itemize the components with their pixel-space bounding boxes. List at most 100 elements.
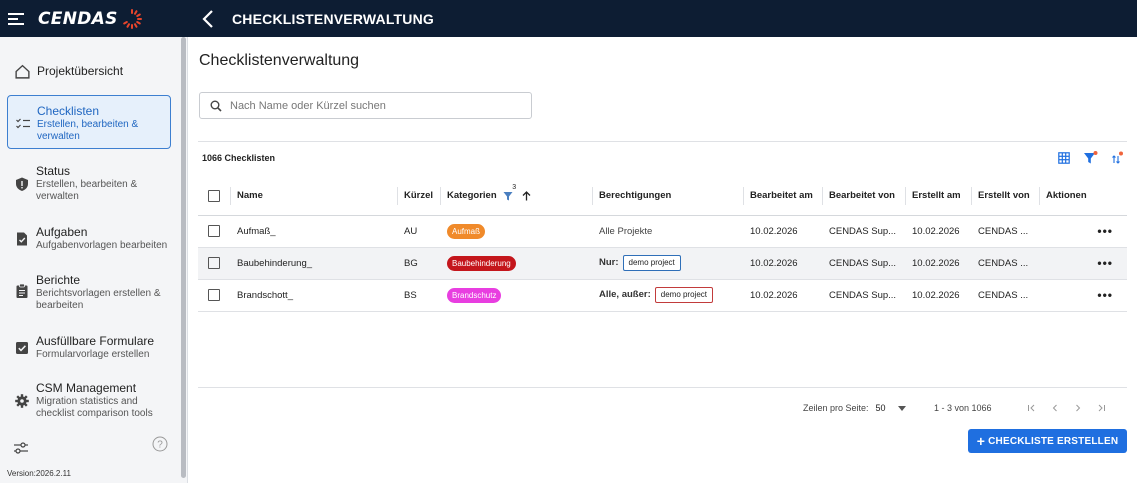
column-header-label: Erstellt am: [912, 190, 961, 202]
search-box[interactable]: [199, 92, 532, 119]
rows-per-page-label: Zeilen pro Seite:: [803, 403, 869, 413]
gear-icon: [15, 394, 29, 408]
sidebar-item-label: CSM Management: [36, 381, 137, 395]
page-title: Checklistenverwaltung: [199, 52, 360, 69]
cell-edited-by: CENDAS Sup...: [823, 279, 906, 312]
sidebar-item-berichte[interactable]: Berichte Berichtsvorlagen erstellen & be…: [7, 273, 171, 313]
top-bar: CENDAS CHECKLISTENVERWALTUNG: [0, 0, 1137, 37]
settings-sliders-icon[interactable]: [13, 441, 29, 455]
sidebar-item-description: Aufgabenvorlagen bearbeiten: [36, 240, 168, 251]
permission-label: Alle Projekte: [599, 225, 653, 237]
pagination-range: 1 - 3 von 1066: [934, 403, 992, 413]
checklist-table: Name Kürzel Kategorien 3 Berechtigungen …: [198, 177, 1127, 312]
cell-created-on: 10.02.2026: [906, 279, 972, 312]
main-content: Checklistenverwaltung 1066 Checklisten N…: [189, 37, 1137, 483]
svg-text:?: ?: [157, 440, 163, 451]
checklist-icon: [16, 118, 30, 129]
cell-category: Baubehinderung: [441, 247, 593, 280]
cell-name: Baubehinderung_: [231, 247, 398, 280]
sidebar-item-status[interactable]: Status Erstellen, bearbeiten & verwalten: [7, 164, 171, 204]
help-icon[interactable]: ?: [152, 436, 168, 452]
row-select-cell: [198, 279, 231, 312]
sidebar-scrollbar[interactable]: [181, 37, 186, 478]
sidebar-item-label: Aufgaben: [36, 225, 88, 239]
first-page-icon[interactable]: [1027, 403, 1037, 413]
table-row[interactable]: Brandschott_ BS Brandschutz Alle, außer:…: [198, 279, 1127, 312]
last-page-icon[interactable]: [1096, 403, 1106, 413]
sidebar: Projektübersicht Checklisten Erstellen, …: [0, 37, 188, 483]
cell-edited-on: 10.02.2026: [744, 215, 823, 248]
sort-ascending-icon[interactable]: [522, 190, 531, 201]
column-header-bearbeitet-von[interactable]: Bearbeitet von: [823, 177, 906, 216]
cell-actions: •••: [1040, 279, 1127, 312]
cell-created-by: CENDAS ...: [972, 279, 1040, 312]
column-header-erstellt-am[interactable]: Erstellt am: [906, 177, 972, 216]
sidebar-item-description: Formularvorlage erstellen: [36, 349, 150, 360]
back-button[interactable]: [198, 9, 218, 29]
cell-name: Brandschott_: [231, 279, 398, 312]
cell-kuerzel: BG: [398, 247, 441, 280]
table-tools: [1058, 151, 1123, 165]
row-checkbox[interactable]: [208, 289, 220, 301]
sort-icon[interactable]: [1111, 151, 1123, 165]
cell-actions: •••: [1040, 247, 1127, 280]
sidebar-item-formulare[interactable]: Ausfüllbare Formulare Formularvorlage er…: [7, 334, 171, 364]
project-tag: demo project: [654, 287, 713, 303]
row-select-cell: [198, 215, 231, 248]
checkbox-icon: [16, 342, 28, 354]
cell-edited-by: CENDAS Sup...: [823, 215, 906, 248]
sidebar-item-label: Status: [36, 164, 71, 178]
cell-category: Brandschutz: [441, 279, 593, 312]
create-checklist-button[interactable]: + CHECKLISTE ERSTELLEN: [968, 429, 1127, 453]
more-actions-icon[interactable]: •••: [1097, 224, 1113, 238]
permission-label: Alle, außer:: [599, 289, 651, 300]
rows-per-page-value: 50: [875, 403, 886, 413]
column-header-kategorien[interactable]: Kategorien 3: [441, 177, 593, 216]
table-row[interactable]: Aufmaß_ AU Aufmaß Alle Projekte 10.02.20…: [198, 215, 1127, 248]
column-filter-icon[interactable]: [503, 191, 513, 201]
page-header-title: CHECKLISTENVERWALTUNG: [232, 10, 435, 27]
select-all-checkbox[interactable]: [208, 189, 220, 202]
cell-edited-on: 10.02.2026: [744, 247, 823, 280]
column-header-label: Bearbeitet von: [829, 190, 895, 202]
sidebar-item-projektuebersicht[interactable]: Projektübersicht: [7, 61, 171, 81]
cell-permissions: Alle, außer: demo project: [593, 279, 744, 312]
filter-icon[interactable]: [1083, 151, 1098, 165]
cell-permissions: Nur: demo project: [593, 247, 744, 280]
toolbar-divider: [198, 141, 1127, 142]
column-header-name[interactable]: Name: [231, 177, 398, 216]
brand-logo-icon: [122, 8, 142, 29]
sidebar-item-csm-management[interactable]: CSM Management Migration statistics and …: [7, 381, 171, 421]
more-actions-icon[interactable]: •••: [1097, 256, 1113, 270]
select-all-cell: [198, 177, 231, 216]
column-header-bearbeitet-am[interactable]: Bearbeitet am: [744, 177, 823, 216]
menu-icon[interactable]: [8, 12, 24, 25]
row-checkbox[interactable]: [208, 257, 220, 269]
cell-created-on: 10.02.2026: [906, 215, 972, 248]
prev-page-icon[interactable]: [1050, 403, 1060, 413]
next-page-icon[interactable]: [1073, 403, 1083, 413]
column-header-erstellt-von[interactable]: Erstellt von: [972, 177, 1040, 216]
sidebar-item-aufgaben[interactable]: Aufgaben Aufgabenvorlagen bearbeiten: [7, 225, 171, 255]
rows-per-page-select[interactable]: 50: [876, 403, 906, 413]
shield-alert-icon: [16, 177, 28, 191]
more-actions-icon[interactable]: •••: [1097, 288, 1113, 302]
rows-per-page: Zeilen pro Seite: 50: [803, 403, 906, 413]
column-filter-count: 3: [512, 184, 517, 192]
row-checkbox[interactable]: [208, 225, 220, 237]
sidebar-item-description: Migration statistics and checklist compa…: [36, 396, 153, 419]
grid-view-icon[interactable]: [1058, 152, 1070, 164]
table-row[interactable]: Baubehinderung_ BG Baubehinderung Nur: de…: [198, 247, 1127, 280]
checklist-count: 1066 Checklisten: [202, 153, 276, 163]
pagination-controls: [1027, 403, 1106, 413]
sidebar-item-description: Erstellen, bearbeiten & verwalten: [37, 119, 139, 142]
column-header-kuerzel[interactable]: Kürzel: [398, 177, 441, 216]
cell-edited-by: CENDAS Sup...: [823, 247, 906, 280]
column-header-label: Erstellt von: [978, 190, 1030, 202]
chevron-left-icon: [202, 9, 213, 28]
column-header-berechtigungen[interactable]: Berechtigungen: [593, 177, 744, 216]
version-label: Version:2026.2.11: [7, 469, 71, 478]
search-input[interactable]: [230, 99, 520, 112]
sidebar-item-checklisten[interactable]: Checklisten Erstellen, bearbeiten & verw…: [7, 95, 171, 149]
brand-logo-text: CENDAS: [38, 8, 118, 29]
